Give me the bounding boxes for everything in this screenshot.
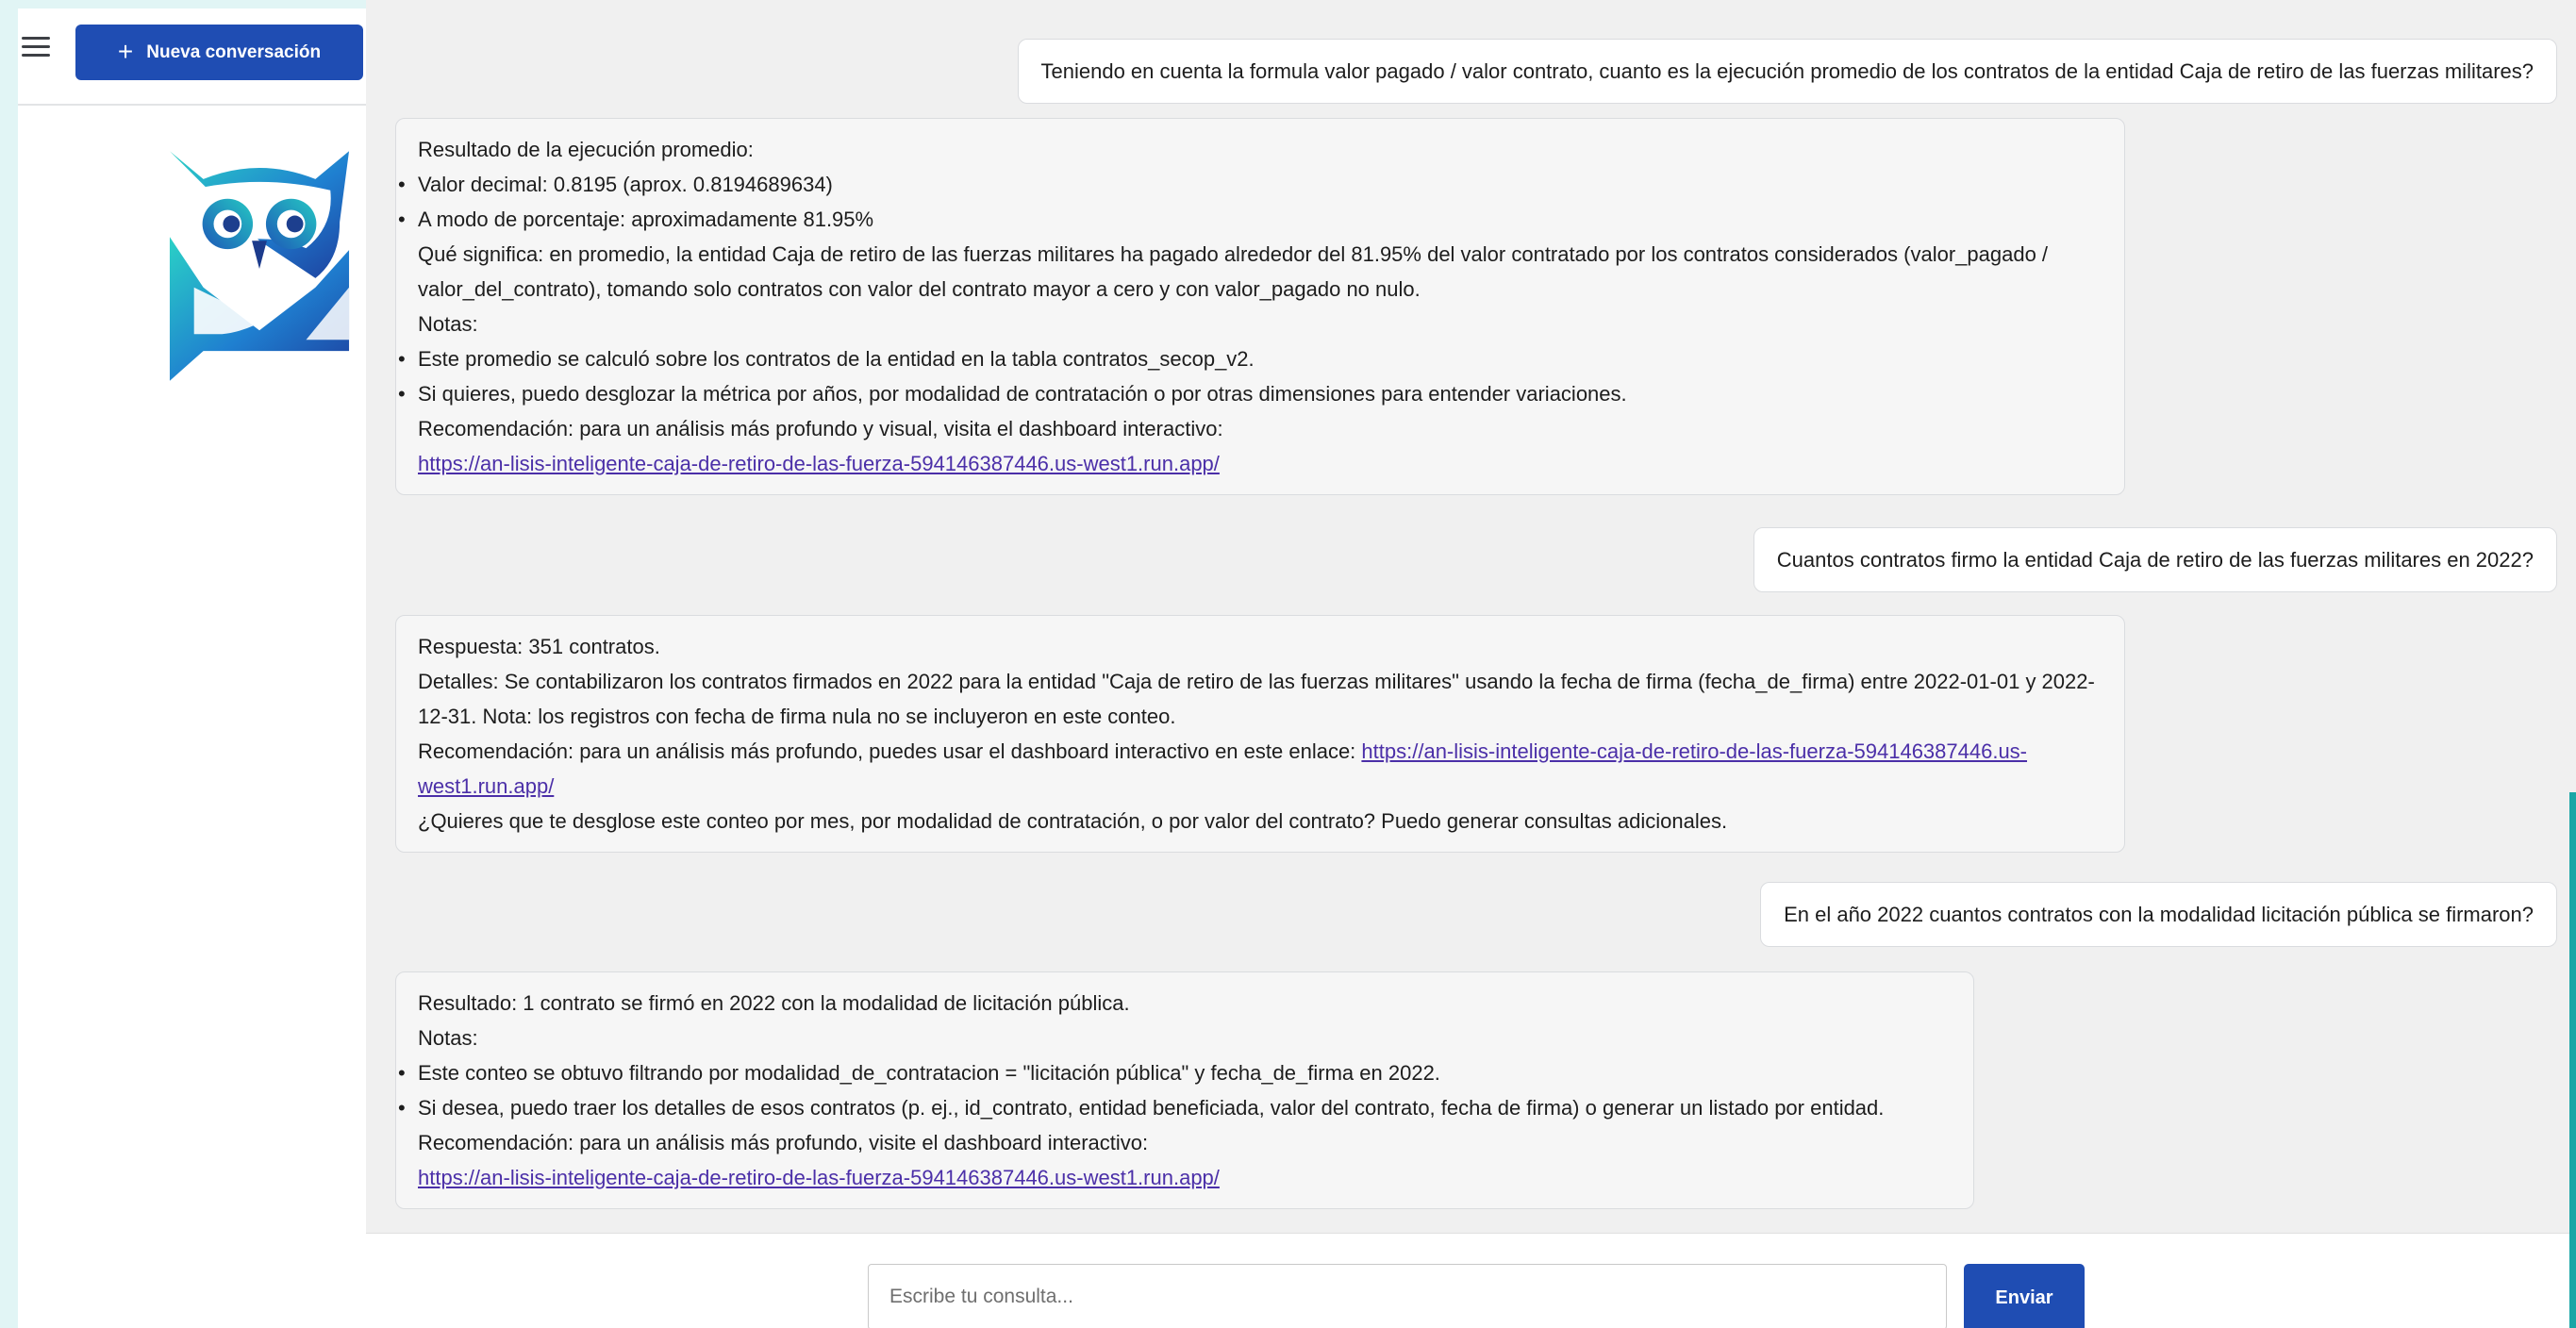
edge-accent-bar — [2569, 792, 2576, 1328]
sidebar: + Nueva conversación — [18, 8, 366, 1328]
user-message: Teniendo en cuenta la formula valor paga… — [1017, 39, 2557, 104]
list-item: Si desea, puedo traer los detalles de es… — [398, 1090, 1953, 1125]
sidebar-header: + Nueva conversación — [18, 8, 366, 106]
notes-label: Notas: — [418, 1026, 478, 1050]
details-text: Detalles: Se contabilizaron los contrato… — [418, 670, 2095, 728]
list-item: Valor decimal: 0.8195 (aprox. 0.81946896… — [398, 167, 2103, 202]
meaning-text: Qué significa: en promedio, la entidad C… — [418, 242, 2049, 301]
list-item: Este conteo se obtuvo filtrando por moda… — [398, 1055, 1953, 1090]
assistant-message: Respuesta: 351 contratos. Detalles: Se c… — [395, 615, 2125, 853]
assistant-message: Resultado de la ejecución promedio: Valo… — [395, 118, 2125, 495]
recommendation-text: Recomendación: para un análisis más prof… — [418, 417, 1223, 440]
new-conversation-label: Nueva conversación — [146, 42, 322, 62]
answer-text: Respuesta: 351 contratos. — [418, 635, 660, 658]
query-input[interactable] — [868, 1264, 1947, 1328]
send-button[interactable]: Enviar — [1964, 1264, 2085, 1328]
new-conversation-button[interactable]: + Nueva conversación — [75, 25, 363, 80]
list-item: A modo de porcentaje: aproximadamente 81… — [398, 202, 2103, 237]
result-text: Resultado: 1 contrato se firmó en 2022 c… — [418, 991, 1130, 1015]
notes-label: Notas: — [418, 312, 478, 336]
list-item: Si quieres, puedo desglozar la métrica p… — [398, 376, 2103, 411]
user-message: Cuantos contratos firmo la entidad Caja … — [1753, 527, 2557, 592]
plus-icon: + — [117, 36, 134, 66]
dashboard-link[interactable]: https://an-lisis-inteligente-caja-de-ret… — [418, 1166, 1220, 1189]
assistant-message: Resultado: 1 contrato se firmó en 2022 c… — [395, 971, 1974, 1209]
dashboard-link[interactable]: https://an-lisis-inteligente-caja-de-ret… — [418, 452, 1220, 475]
menu-icon[interactable] — [22, 33, 50, 59]
recommendation-text: Recomendación: para un análisis más prof… — [418, 739, 1356, 763]
result-list: Valor decimal: 0.8195 (aprox. 0.81946896… — [398, 167, 2103, 237]
followup-text: ¿Quieres que te desglose este conteo por… — [418, 809, 1728, 833]
list-item: Este promedio se calculó sobre los contr… — [398, 341, 2103, 376]
notes-list: Este conteo se obtuvo filtrando por moda… — [398, 1055, 1953, 1125]
notes-list: Este promedio se calculó sobre los contr… — [398, 341, 2103, 411]
result-heading: Resultado de la ejecución promedio: — [418, 138, 754, 161]
composer-bar: Enviar — [366, 1233, 2576, 1328]
user-message-text: Cuantos contratos firmo la entidad Caja … — [1776, 548, 2534, 572]
user-message-text: En el año 2022 cuantos contratos con la … — [1784, 903, 2534, 926]
user-message-text: Teniendo en cuenta la formula valor paga… — [1040, 59, 2534, 83]
recommendation-text: Recomendación: para un análisis más prof… — [418, 1131, 1149, 1154]
owl-logo-icon — [169, 151, 350, 381]
chat-panel: Teniendo en cuenta la formula valor paga… — [366, 0, 2576, 1328]
user-message: En el año 2022 cuantos contratos con la … — [1760, 882, 2557, 947]
